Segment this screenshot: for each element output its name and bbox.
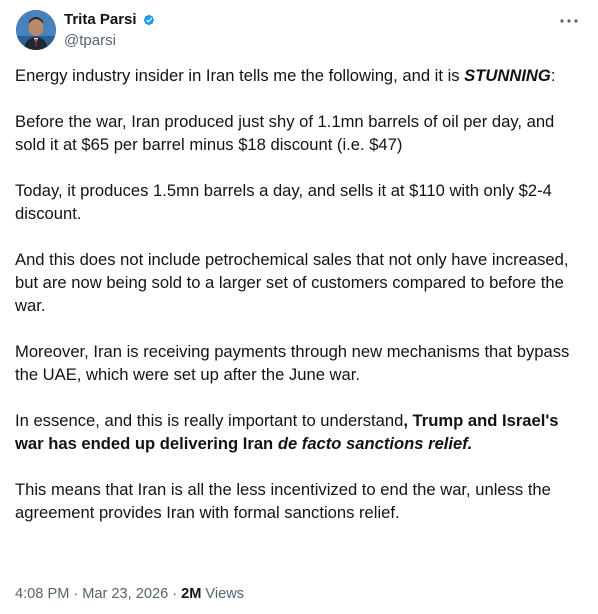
paragraph-7: This means that Iran is all the less inc… <box>15 480 551 522</box>
meta-separator: · <box>172 586 178 602</box>
tweet-header: Trita Parsi @tparsi <box>16 0 582 60</box>
paragraph-2: Before the war, Iran produced just shy o… <box>15 112 555 154</box>
tweet-meta: 4:08 PM · Mar 23, 2026 · 2M Views <box>15 584 244 604</box>
more-options-button[interactable] <box>558 10 580 32</box>
avatar[interactable] <box>16 10 56 50</box>
avatar-image-icon <box>16 10 56 50</box>
name-row: Trita Parsi <box>64 10 158 30</box>
tweet-card: Trita Parsi @tparsi Energy industry insi… <box>0 0 598 614</box>
paragraph-5: Moreover, Iran is receiving payments thr… <box>15 342 570 384</box>
more-horizontal-icon <box>560 19 578 23</box>
bold-italic-text: de facto sanctions relief. <box>277 434 473 453</box>
author-display-name[interactable]: Trita Parsi <box>64 10 137 30</box>
paragraph-6: In essence, and this is really important… <box>15 409 585 455</box>
verified-badge-icon[interactable] <box>140 11 158 29</box>
views-label: Views <box>205 586 245 602</box>
tweet-time[interactable]: 4:08 PM <box>15 584 69 604</box>
author-handle[interactable]: @tparsi <box>64 31 158 51</box>
meta-separator: · <box>73 586 79 602</box>
views-count: 2M <box>181 586 202 602</box>
text-span: Energy industry insider in Iran tells me… <box>15 66 465 85</box>
text-span: In essence, and this is really important… <box>15 411 404 430</box>
author-block: Trita Parsi @tparsi <box>64 10 158 51</box>
tweet-text: Energy industry insider in Iran tells me… <box>15 64 585 524</box>
paragraph-1: Energy industry insider in Iran tells me… <box>15 64 585 87</box>
text-span: : <box>550 66 556 85</box>
paragraph-4: And this does not include petrochemical … <box>15 250 569 315</box>
tweet-date[interactable]: Mar 23, 2026 <box>82 584 168 604</box>
emphasis-text: STUNNING <box>464 66 551 85</box>
paragraph-3: Today, it produces 1.5mn barrels a day, … <box>15 181 552 223</box>
